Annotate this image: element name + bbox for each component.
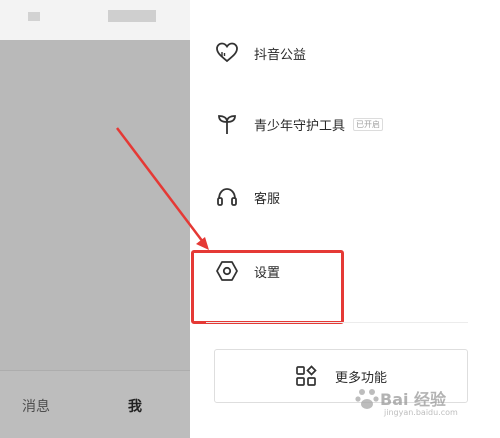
tab-messages[interactable]: 消息 — [22, 396, 50, 416]
paw-logo-icon — [355, 389, 379, 409]
menu-item-label: 抖音公益 — [254, 47, 307, 63]
menu-item-label: 客服 — [254, 191, 281, 207]
menu-item-customer-service[interactable]: 客服 — [214, 182, 484, 212]
status-badge: 已开启 — [353, 117, 384, 131]
watermark: Bai 经验 jingyan.baidu.com — [352, 382, 492, 426]
sprout-icon — [214, 111, 240, 137]
heart-charity-icon — [214, 40, 240, 66]
dimmed-main-content[interactable] — [0, 0, 190, 438]
tab-me[interactable]: 我 — [128, 396, 142, 416]
highlight-box — [191, 250, 344, 324]
headset-icon — [214, 184, 240, 210]
menu-item-label: 青少年守护工具 — [254, 118, 346, 134]
divider — [206, 322, 468, 323]
grid-apps-icon — [295, 365, 317, 387]
blurred-element — [28, 12, 40, 21]
blurred-element — [108, 10, 156, 22]
top-bar-blurred — [0, 0, 190, 40]
menu-item-youth-guard[interactable]: 青少年守护工具 已开启 — [214, 109, 484, 139]
watermark-text: Bai 经验 — [380, 390, 447, 409]
menu-item-charity[interactable]: 抖音公益 — [214, 38, 484, 68]
watermark-url: jingyan.baidu.com — [384, 408, 458, 417]
